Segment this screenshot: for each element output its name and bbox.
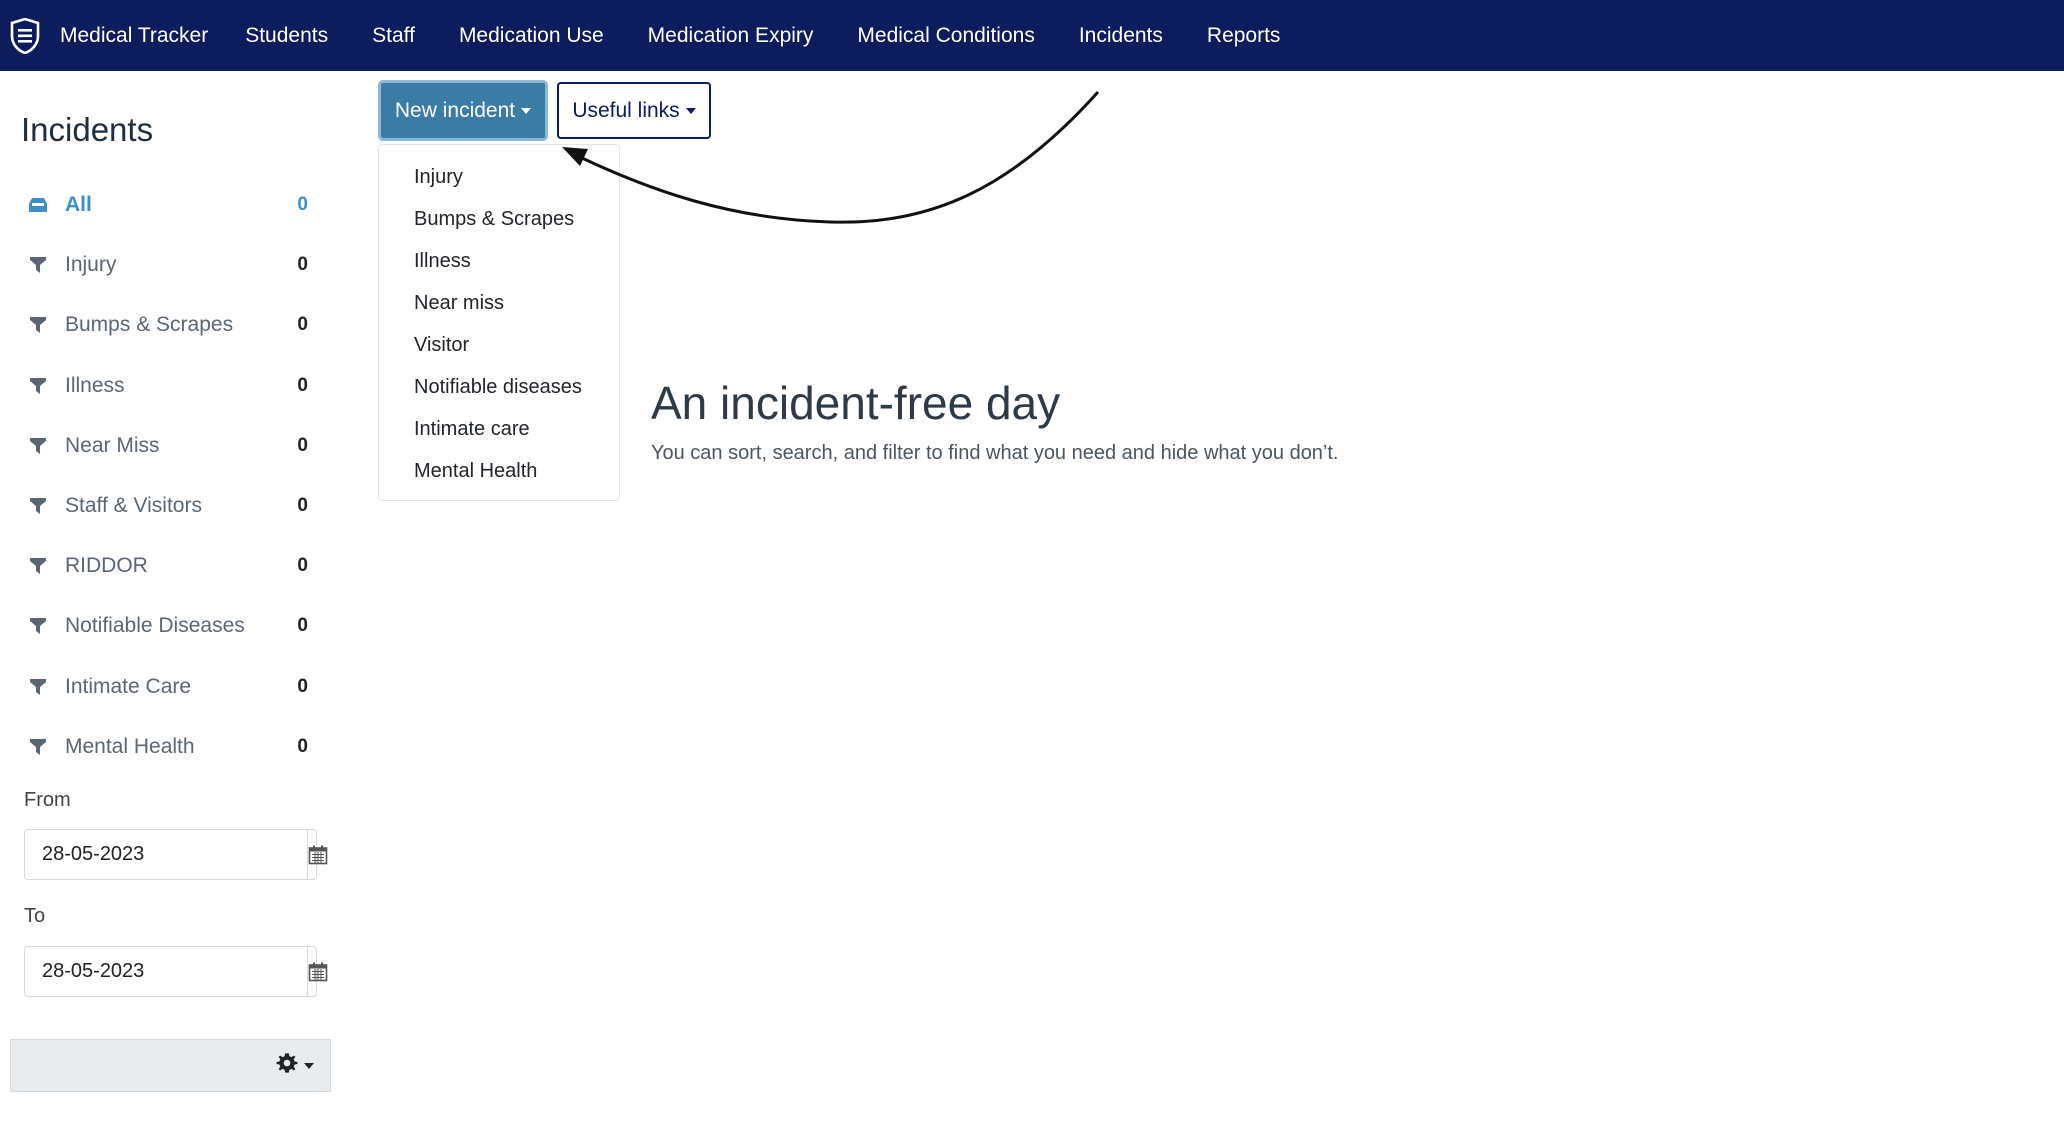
filter-label: Injury xyxy=(65,253,117,277)
shield-logo-icon xyxy=(8,16,42,56)
to-date-group xyxy=(24,946,328,997)
filter-count: 0 xyxy=(297,615,308,637)
filter-count: 0 xyxy=(297,194,308,216)
from-label: From xyxy=(24,789,71,811)
from-date-input[interactable] xyxy=(25,830,307,879)
nav-staff[interactable]: Staff xyxy=(372,24,415,48)
dropdown-item-visitor[interactable]: Visitor xyxy=(379,324,619,366)
filter-count: 0 xyxy=(297,495,308,517)
gear-icon xyxy=(276,1052,298,1079)
new-incident-label: New incident xyxy=(394,98,516,122)
filter-label: Staff & Visitors xyxy=(65,494,202,518)
to-label: To xyxy=(24,905,46,927)
filter-near-miss[interactable]: Near Miss 0 xyxy=(22,416,308,476)
filter-label: Illness xyxy=(65,373,125,397)
dropdown-item-mental-health[interactable]: Mental Health xyxy=(379,450,619,492)
new-incident-button[interactable]: New incident xyxy=(378,80,548,141)
filter-notifiable-diseases[interactable]: Notifiable Diseases 0 xyxy=(22,596,308,656)
dropdown-item-bumps-scrapes[interactable]: Bumps & Scrapes xyxy=(379,198,619,240)
dropdown-item-near-miss[interactable]: Near miss xyxy=(379,282,619,324)
useful-links-label: Useful links xyxy=(572,98,680,122)
filter-label: All xyxy=(65,193,92,217)
filter-icon xyxy=(28,375,48,397)
filter-injury[interactable]: Injury 0 xyxy=(22,235,308,295)
filter-riddor[interactable]: RIDDOR 0 xyxy=(22,536,308,596)
caret-down-icon xyxy=(521,107,532,114)
dropdown-item-illness[interactable]: Illness xyxy=(379,240,619,282)
empty-state-text: You can sort, search, and filter to find… xyxy=(651,442,1339,464)
caret-down-icon xyxy=(685,107,696,114)
from-date-group xyxy=(24,829,328,880)
brand-name: Medical Tracker xyxy=(60,23,209,47)
top-navbar: Medical Tracker Students Staff Medicatio… xyxy=(0,0,2064,71)
filter-label: Bumps & Scrapes xyxy=(65,313,234,337)
nav-reports[interactable]: Reports xyxy=(1207,24,1281,48)
filter-label: Intimate Care xyxy=(65,674,192,698)
filter-bumps-scrapes[interactable]: Bumps & Scrapes 0 xyxy=(22,295,308,355)
filter-all[interactable]: All 0 xyxy=(22,175,308,235)
filter-count: 0 xyxy=(297,555,308,577)
filter-icon xyxy=(28,676,48,698)
calendar-icon[interactable] xyxy=(307,830,328,879)
inbox-icon xyxy=(28,194,48,216)
dropdown-item-injury[interactable]: Injury xyxy=(379,156,619,198)
nav-students[interactable]: Students xyxy=(245,24,328,48)
filter-icon xyxy=(28,555,48,577)
settings-menu-button[interactable] xyxy=(10,1039,331,1092)
sidebar-title: Incidents xyxy=(21,111,154,148)
nav-incidents[interactable]: Incidents xyxy=(1079,24,1163,48)
caret-down-icon xyxy=(304,1062,314,1069)
filter-count: 0 xyxy=(297,675,308,697)
filter-label: Mental Health xyxy=(65,734,195,758)
dropdown-item-notifiable-diseases[interactable]: Notifiable diseases xyxy=(379,366,619,408)
useful-links-button[interactable]: Useful links xyxy=(557,82,711,139)
filter-label: Notifiable Diseases xyxy=(65,614,245,638)
filter-icon xyxy=(28,615,48,637)
brand[interactable]: Medical Tracker xyxy=(0,0,245,71)
filter-icon xyxy=(28,736,48,758)
filter-icon xyxy=(28,314,48,336)
nav-medical-conditions[interactable]: Medical Conditions xyxy=(857,24,1034,48)
new-incident-dropdown: Injury Bumps & Scrapes Illness Near miss… xyxy=(378,144,620,501)
filter-count: 0 xyxy=(297,434,308,456)
filter-icon xyxy=(28,254,48,276)
filter-intimate-care[interactable]: Intimate Care 0 xyxy=(22,657,308,717)
to-date-input[interactable] xyxy=(25,947,307,996)
filter-icon xyxy=(28,495,48,517)
calendar-icon[interactable] xyxy=(307,947,328,996)
filter-count: 0 xyxy=(297,314,308,336)
empty-state-title: An incident-free day xyxy=(651,377,1061,429)
dropdown-item-intimate-care[interactable]: Intimate care xyxy=(379,408,619,450)
filter-count: 0 xyxy=(297,374,308,396)
filter-count: 0 xyxy=(297,735,308,757)
nav-medication-expiry[interactable]: Medication Expiry xyxy=(648,24,814,48)
filter-illness[interactable]: Illness 0 xyxy=(22,356,308,416)
filter-icon xyxy=(28,435,48,457)
filter-mental-health[interactable]: Mental Health 0 xyxy=(22,717,308,777)
filter-staff-visitors[interactable]: Staff & Visitors 0 xyxy=(22,476,308,536)
filter-count: 0 xyxy=(297,254,308,276)
sidebar: Incidents All 0 Injury 0 Bumps & Scrapes xyxy=(0,71,340,1134)
filter-list: All 0 Injury 0 Bumps & Scrapes 0 Illness… xyxy=(22,175,308,777)
filter-label: Near Miss xyxy=(65,433,160,457)
filter-label: RIDDOR xyxy=(65,554,148,578)
nav-medication-use[interactable]: Medication Use xyxy=(459,24,604,48)
